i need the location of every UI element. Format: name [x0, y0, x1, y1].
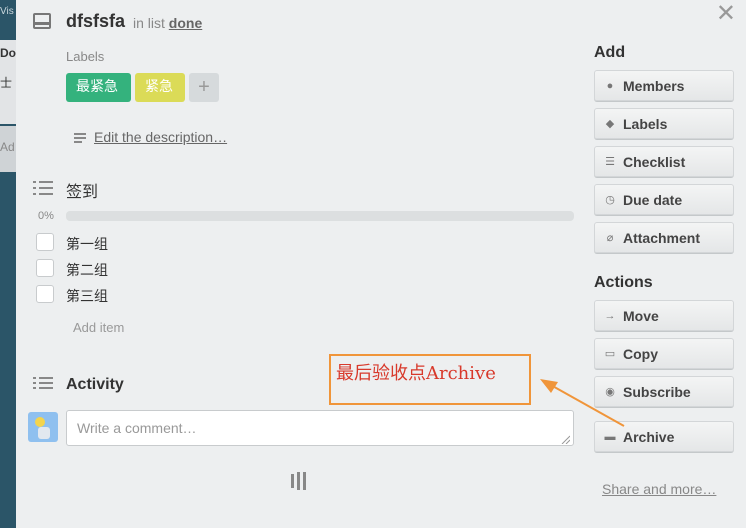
- attachment-button[interactable]: ⌀ Attachment: [594, 222, 734, 254]
- checklist-item-text[interactable]: 第二组: [66, 260, 108, 280]
- checklist-progress-percent: 0%: [38, 210, 54, 222]
- card-detail-window: ✕ dfsfsfa in list done Labels 最紧急 紧急 + E…: [16, 0, 746, 528]
- resize-grip-icon[interactable]: [560, 434, 570, 444]
- move-button[interactable]: → Move: [594, 300, 734, 332]
- eye-icon: ◉: [605, 386, 615, 398]
- description-icon: [74, 133, 86, 143]
- labels-button[interactable]: ◆ Labels: [594, 108, 734, 140]
- checkbox[interactable]: [36, 259, 54, 277]
- button-label: Due date: [623, 192, 683, 208]
- button-label: Archive: [623, 429, 675, 445]
- button-label: Move: [623, 308, 659, 324]
- close-icon[interactable]: ✕: [716, 2, 736, 26]
- background-card-text: 士: [0, 76, 13, 90]
- arrow-right-icon: →: [604, 310, 616, 322]
- checkbox[interactable]: [36, 285, 54, 303]
- subscribe-button[interactable]: ◉ Subscribe: [594, 376, 734, 408]
- button-label: Labels: [623, 116, 668, 132]
- add-heading: Add: [594, 44, 626, 61]
- archive-icon: ▬: [604, 431, 616, 443]
- card-title[interactable]: dfsfsfa: [66, 11, 125, 32]
- background-list: Do 士: [0, 40, 16, 124]
- activity-title: Activity: [66, 376, 124, 393]
- due-date-button[interactable]: ◷ Due date: [594, 184, 734, 216]
- annotation-text: 最后验收点Archive: [336, 363, 496, 384]
- avatar[interactable]: [28, 412, 58, 442]
- checklist-button[interactable]: ☰ Checklist: [594, 146, 734, 178]
- checklist-title[interactable]: 签到: [66, 178, 98, 202]
- checklist-item-text[interactable]: 第一组: [66, 234, 108, 254]
- checklist-item-text[interactable]: 第三组: [66, 286, 108, 306]
- label-chip[interactable]: 最紧急: [66, 73, 131, 102]
- in-list-prefix: in list: [133, 15, 165, 31]
- checklist-icon: [33, 181, 53, 195]
- comment-input[interactable]: Write a comment…: [66, 410, 574, 446]
- loading-icon: [291, 472, 311, 490]
- edit-description-link[interactable]: Edit the description…: [94, 129, 227, 145]
- clock-icon: ◷: [605, 194, 615, 206]
- button-label: Members: [623, 78, 685, 94]
- button-label: Subscribe: [623, 384, 691, 400]
- checklist-progress-bar: [66, 211, 574, 221]
- background-add-card: Ad: [0, 126, 16, 172]
- background-list-title: Do: [0, 46, 16, 60]
- members-button[interactable]: ● Members: [594, 70, 734, 102]
- button-label: Checklist: [623, 154, 686, 170]
- tag-icon: ◆: [605, 118, 615, 130]
- background-add-text: Ad: [0, 140, 15, 154]
- checkbox[interactable]: [36, 233, 54, 251]
- add-label-button[interactable]: +: [189, 73, 219, 102]
- share-and-more-link[interactable]: Share and more…: [602, 481, 716, 497]
- list-name-link[interactable]: done: [169, 15, 202, 31]
- add-checklist-item-link[interactable]: Add item: [73, 320, 124, 335]
- card-icon: ▭: [604, 348, 616, 360]
- checklist-icon: ☰: [605, 156, 615, 168]
- copy-button[interactable]: ▭ Copy: [594, 338, 734, 370]
- person-icon: ●: [606, 80, 614, 92]
- card-list-info: in list done: [133, 15, 202, 31]
- board-title-fragment: Vis: [0, 6, 14, 17]
- labels-heading: Labels: [66, 49, 105, 64]
- button-label: Copy: [623, 346, 658, 362]
- paperclip-icon: ⌀: [606, 232, 614, 244]
- archive-button[interactable]: ▬ Archive: [594, 421, 734, 453]
- activity-icon: [33, 377, 53, 393]
- button-label: Attachment: [623, 230, 701, 246]
- actions-heading: Actions: [594, 274, 653, 291]
- card-icon: [33, 13, 51, 29]
- label-chip[interactable]: 紧急: [135, 73, 185, 102]
